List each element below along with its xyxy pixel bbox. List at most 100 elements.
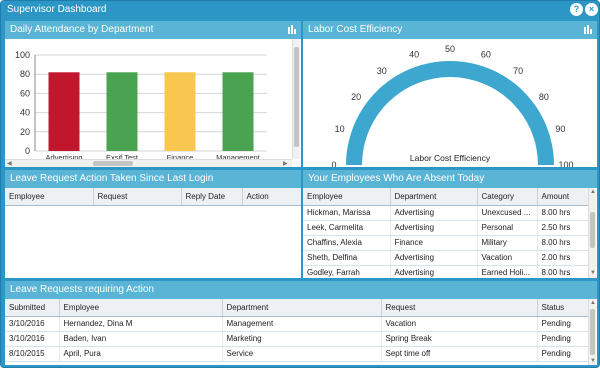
title-bar: Supervisor Dashboard ? ×	[1, 1, 599, 19]
window-title: Supervisor Dashboard	[7, 4, 107, 15]
table-row[interactable]: Hickman, Marissa Advertising Unexcused .…	[303, 205, 589, 221]
column-header[interactable]: Request	[93, 188, 182, 206]
column-header[interactable]: Reply Date	[181, 188, 243, 206]
department-cell: Advertising	[390, 205, 478, 221]
gauge-tick-label: 80	[539, 92, 549, 102]
category-cell: Military	[477, 235, 538, 251]
requests-panel-header: Leave Requests requiring Action	[5, 281, 597, 299]
y-tick-label: 80	[20, 69, 30, 79]
y-tick-label: 40	[20, 108, 30, 118]
table-row[interactable]: Leek, Carmelita Advertising Personal 2.5…	[303, 220, 589, 236]
labor-gauge: 0 10 20 30 40 50 60 70 80 90 100 Labor Cost Efficie…	[331, 44, 573, 167]
chart-settings-icon[interactable]	[583, 24, 594, 35]
category-cell: Earned Holi...	[477, 265, 538, 278]
column-header[interactable]: Request	[381, 299, 538, 317]
department-cell: Service	[222, 346, 382, 362]
amount-cell: 2.50 hrs	[537, 220, 589, 236]
department-cell: Management	[222, 316, 382, 332]
bar-advertising	[48, 72, 80, 151]
column-header[interactable]: Submitted	[5, 299, 60, 317]
gauge-tick-label: 90	[555, 124, 565, 134]
bar-exsif-test	[106, 72, 138, 151]
leave-actions-panel: Leave Request Action Taken Since Last Lo…	[5, 170, 301, 278]
employee-cell: Baden, Ivan	[59, 331, 223, 347]
y-tick-label: 20	[20, 127, 30, 137]
table-row[interactable]: 8/10/2015 April, Pura Service Sept time …	[5, 346, 589, 362]
table-row[interactable]: Sheth, Delfina Advertising Vacation 2.00…	[303, 250, 589, 266]
gauge-tick-label: 20	[351, 92, 361, 102]
employee-cell: Hernandez, Dina M	[59, 316, 223, 332]
request-cell: Vacation	[381, 316, 538, 332]
supervisor-dashboard-window: Supervisor Dashboard ? × Daily Attendanc…	[0, 0, 600, 368]
requests-panel-title: Leave Requests requiring Action	[10, 284, 154, 295]
amount-cell: 8.00 hrs	[537, 265, 589, 278]
absent-vertical-scrollbar[interactable]: ▲ ▼	[588, 188, 596, 278]
request-cell: Sept time off	[381, 346, 538, 362]
y-tick-label: 0	[25, 146, 30, 156]
attendance-bar-chart: 020406080100Advertising Exsif Test Finance…	[15, 50, 267, 162]
gauge-label: Labor Cost Efficiency	[410, 153, 491, 163]
y-tick-label: 60	[20, 88, 30, 98]
amount-cell: 8.00 hrs	[537, 205, 589, 221]
gauge-tick-label: 70	[513, 66, 523, 76]
department-cell: Advertising	[390, 220, 478, 236]
department-cell: Advertising	[390, 250, 478, 266]
column-header[interactable]: Department	[390, 188, 478, 206]
gauge-tick-label: 100	[558, 160, 573, 167]
leave-actions-table: Employee Request Reply Date Action	[5, 188, 301, 206]
table-row[interactable]: Chaffins, Alexia Finance Military 8.00 h…	[303, 235, 589, 251]
absent-table: Employee Department Category Amount Hick…	[303, 188, 589, 278]
department-cell: Advertising	[390, 265, 478, 278]
attendance-panel-title: Daily Attendance by Department	[10, 24, 154, 35]
column-header[interactable]: Department	[222, 299, 382, 317]
close-button[interactable]: ×	[585, 3, 598, 16]
status-cell: Pending	[537, 316, 589, 332]
status-cell: Pending	[537, 346, 589, 362]
column-header[interactable]: Action	[242, 188, 301, 206]
amount-cell: 2.00 hrs	[537, 250, 589, 266]
column-header[interactable]: Amount	[537, 188, 589, 206]
table-row[interactable]: Godley, Farrah Advertising Earned Holi..…	[303, 265, 589, 278]
table-header-row: Employee Department Category Amount	[303, 188, 589, 206]
gauge-tick-label: 50	[445, 44, 455, 54]
submitted-cell: 3/10/2016	[5, 331, 60, 347]
gauge-arc	[346, 61, 554, 165]
status-cell: Pending	[537, 331, 589, 347]
gauge-tick-label: 40	[409, 50, 419, 60]
labor-panel-header: Labor Cost Efficiency	[303, 21, 597, 39]
employee-cell: Godley, Farrah	[303, 265, 391, 278]
absent-panel: Your Employees Who Are Absent Today Empl…	[303, 170, 597, 278]
help-button[interactable]: ?	[570, 3, 583, 16]
column-header[interactable]: Employee	[5, 188, 94, 206]
employee-cell: Leek, Carmelita	[303, 220, 391, 236]
table-row[interactable]: 3/10/2016 Baden, Ivan Marketing Spring B…	[5, 331, 589, 347]
chart-settings-icon[interactable]	[287, 24, 298, 35]
y-tick-label: 100	[15, 50, 30, 60]
leave-actions-panel-title: Leave Request Action Taken Since Last Lo…	[10, 173, 214, 184]
bar-finance	[164, 72, 196, 151]
category-cell: Vacation	[477, 250, 538, 266]
requests-panel: Leave Requests requiring Action Submitte…	[5, 281, 597, 365]
submitted-cell: 8/10/2015	[5, 346, 60, 362]
column-header[interactable]: Employee	[303, 188, 391, 206]
department-cell: Marketing	[222, 331, 382, 347]
column-header[interactable]: Employee	[59, 299, 223, 317]
request-cell: Spring Break	[381, 331, 538, 347]
column-header[interactable]: Status	[537, 299, 589, 317]
requests-table: Submitted Employee Department Request St…	[5, 299, 589, 362]
absent-panel-header: Your Employees Who Are Absent Today	[303, 170, 597, 188]
category-cell: Unexcused ...	[477, 205, 538, 221]
column-header[interactable]: Category	[477, 188, 538, 206]
table-row[interactable]: 3/10/2016 Hernandez, Dina M Management V…	[5, 316, 589, 332]
table-header-row: Submitted Employee Department Request St…	[5, 299, 589, 317]
table-header-row: Employee Request Reply Date Action	[5, 188, 301, 206]
attendance-horizontal-scrollbar[interactable]: ◀ ▶	[5, 159, 292, 167]
employee-cell: Hickman, Marissa	[303, 205, 391, 221]
amount-cell: 8.00 hrs	[537, 235, 589, 251]
employee-cell: April, Pura	[59, 346, 223, 362]
employee-cell: Sheth, Delfina	[303, 250, 391, 266]
category-cell: Personal	[477, 220, 538, 236]
labor-panel-title: Labor Cost Efficiency	[308, 24, 403, 35]
requests-vertical-scrollbar[interactable]: ▲ ▼	[588, 299, 596, 365]
attendance-vertical-scrollbar[interactable]	[292, 39, 300, 159]
